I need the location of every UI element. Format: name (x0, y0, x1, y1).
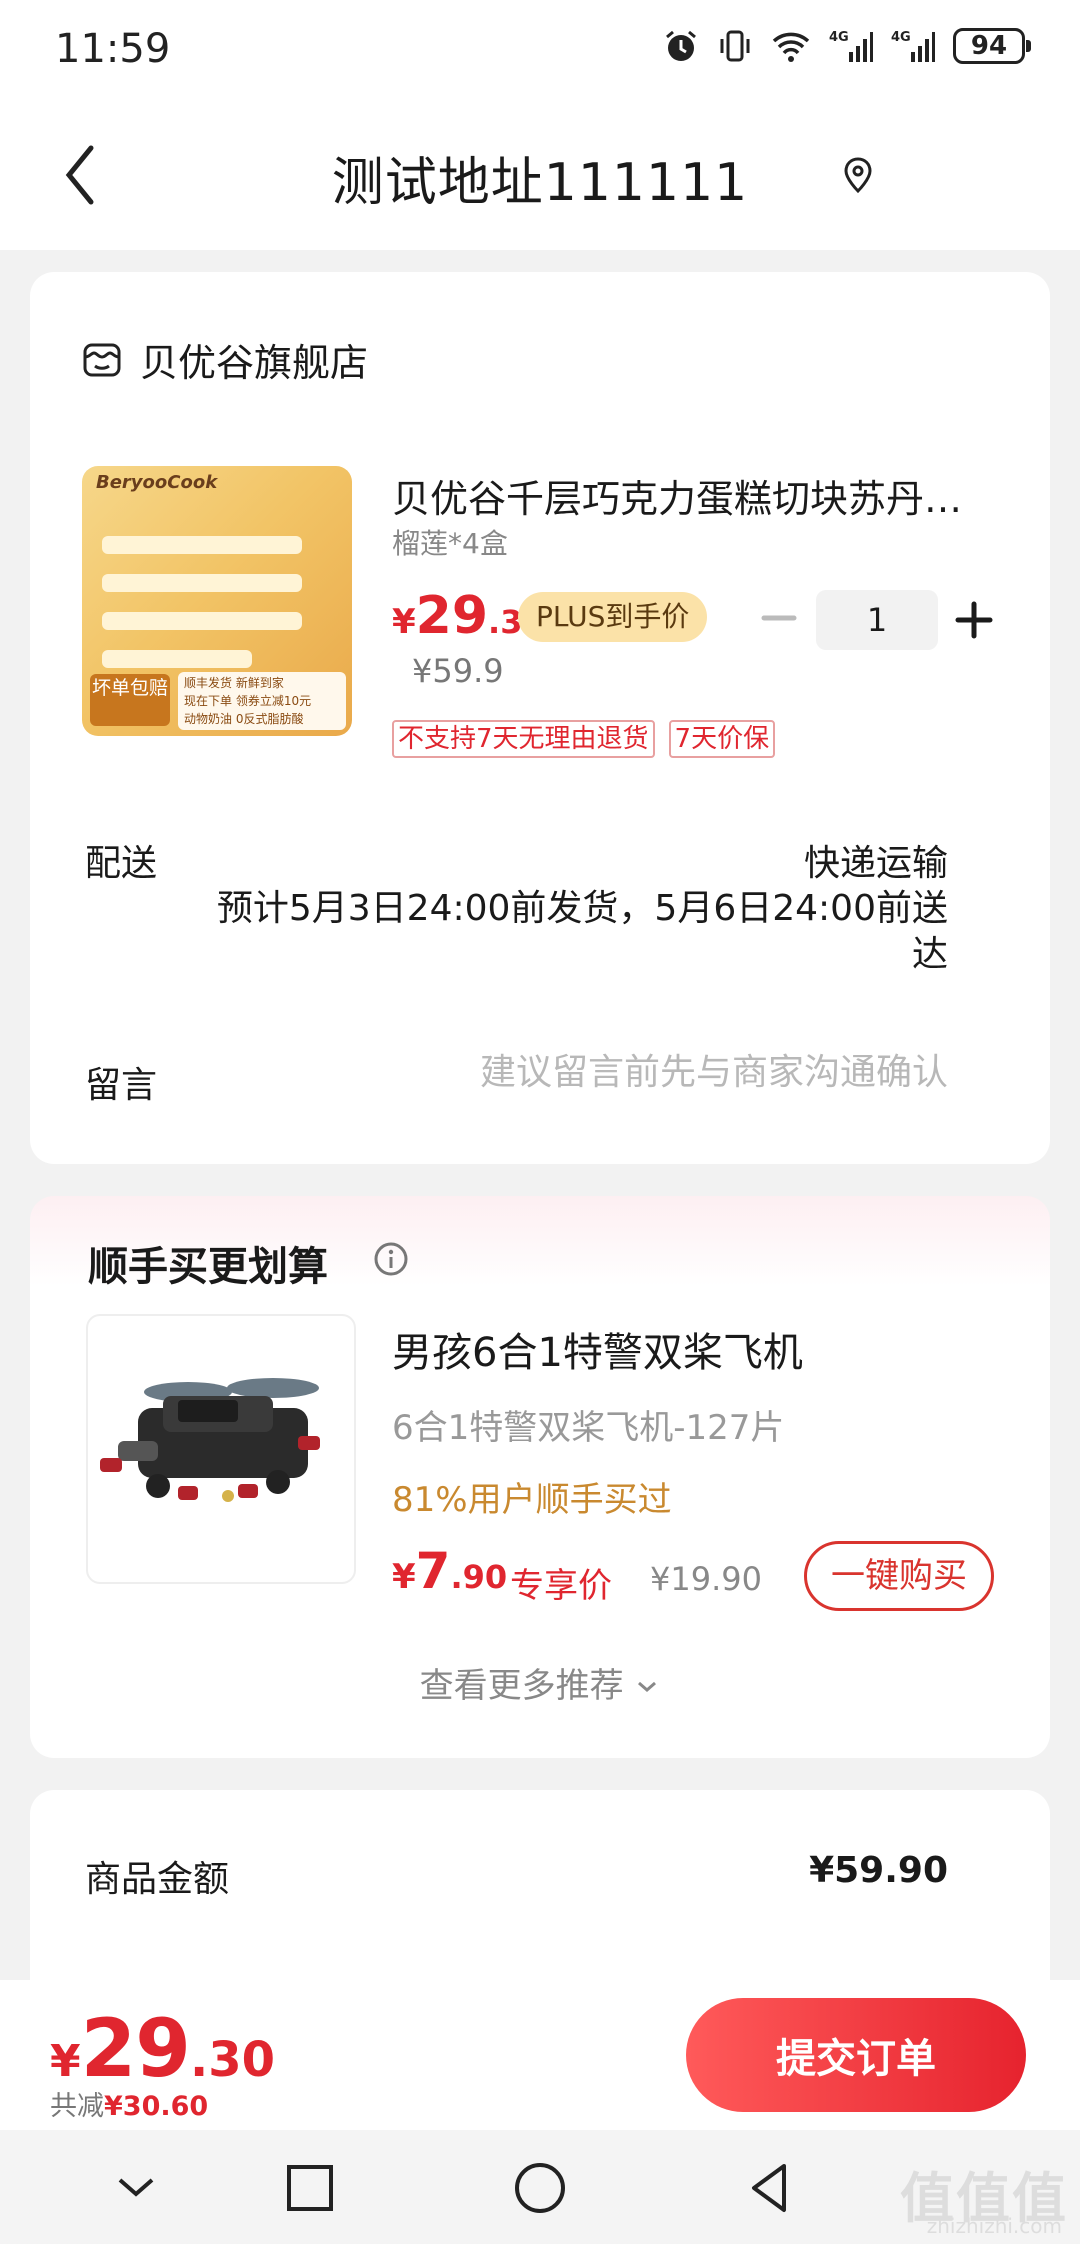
recommend-title: 顺手买更划算 (88, 1244, 328, 1290)
square-icon (287, 2165, 333, 2211)
exclusive-price-label: 专享价 (510, 1566, 612, 1606)
signal-icon-1: 4G (829, 30, 873, 62)
delivery-method[interactable]: 快递运输 (804, 834, 948, 886)
system-nav-bar: 值值值 zhizhizhi.com (0, 2130, 1080, 2244)
status-bar: 11:59 4G 4G 94 (0, 0, 1080, 100)
image-promo-line: 现在下单 领券立减10元 (184, 694, 312, 708)
delivery-label: 配送 (85, 843, 158, 884)
service-tag: 不支持7天无理由退货 (392, 720, 655, 758)
recommend-price: ¥7.90 (392, 1542, 507, 1600)
message-input[interactable] (388, 1052, 948, 1093)
more-recommendations-label: 查看更多推荐 (419, 1666, 624, 1706)
product-image[interactable]: BeryooCook 坏单包赔 顺丰发货 新鲜到家 现在下单 领券立减10元 动… (82, 466, 352, 736)
watermark-url: zhizhizhi.com (926, 2214, 1062, 2238)
cake-layer (102, 612, 302, 630)
price-currency: ¥ (392, 1557, 416, 1597)
shop-name: 贝优谷旗舰店 (140, 341, 369, 385)
discount-prefix: 共减 (50, 2091, 104, 2122)
store-icon (83, 343, 121, 376)
shop-header[interactable]: 贝优谷旗舰店 (82, 332, 368, 387)
delivery-estimate: 预计5月3日24:00前发货，5月6日24:00前送达 (216, 888, 948, 975)
nav-recents-button[interactable] (280, 2158, 340, 2218)
quantity-input[interactable]: 1 (816, 590, 938, 650)
total-integer: 29 (80, 2002, 191, 2095)
one-click-buy-button[interactable]: 一键购买 (804, 1541, 994, 1611)
location-pin-icon (844, 157, 872, 194)
signal-icon-2: 4G (891, 30, 935, 62)
location-button[interactable] (838, 155, 878, 195)
battery-icon: 94 (953, 28, 1031, 64)
price-integer: 29 (415, 586, 489, 646)
total-decimal: .30 (189, 2032, 275, 2088)
recommend-original-price: ¥19.90 (650, 1560, 762, 1598)
status-time: 11:59 (55, 26, 171, 72)
discount-value: ¥30.60 (104, 2091, 209, 2122)
image-promo: 顺丰发货 新鲜到家 现在下单 领券立减10元 动物奶油 0反式脂肪酸 (178, 672, 346, 730)
minus-icon (761, 615, 797, 621)
image-guarantee-tag: 坏单包赔 (90, 674, 170, 726)
service-tags: 不支持7天无理由退货 7天价保 (392, 720, 776, 758)
total-discount: 共减¥30.60 (50, 2084, 208, 2123)
price-decimal: .3 (488, 603, 523, 641)
circle-icon (515, 2163, 565, 2213)
product-price: ¥29.3 (392, 586, 522, 646)
total-price: ¥29.30 (50, 2002, 275, 2095)
quantity-increase-button[interactable] (952, 598, 996, 642)
plus-price-badge: PLUS到手价 (518, 592, 708, 642)
goods-amount-label: 商品金额 (85, 1859, 230, 1900)
shop-card: 贝优谷旗舰店 BeryooCook 坏单包赔 顺丰发货 新鲜到家 现在下单 领券… (30, 272, 1050, 1164)
quantity-decrease-button[interactable] (756, 600, 802, 636)
recommend-card: 顺手买更划算 男孩6合1特警双桨飞机 6合1特警双桨飞机-127片 81%用户顺… (30, 1196, 1050, 1758)
image-promo-line: 动物奶油 0反式脂肪酸 (184, 712, 304, 726)
cake-layer (102, 536, 302, 554)
chevron-down-icon (118, 2178, 154, 2197)
recommend-product-spec: 6合1特警双桨飞机-127片 (392, 1408, 785, 1448)
image-brand-text: BeryooCook (96, 472, 218, 493)
checkout-bar: ¥29.30 共减¥30.60 提交订单 (0, 1980, 1080, 2130)
triangle-back-icon (752, 2164, 786, 2212)
vibrate-icon (720, 30, 750, 62)
nav-back-button[interactable] (740, 2158, 800, 2218)
product-spec: 榴莲*4盒 (392, 527, 508, 560)
product-title[interactable]: 贝优谷千层巧克力蛋糕切块苏丹王榴莲 (392, 468, 992, 523)
title-bar: 测试地址111111 (0, 100, 1080, 250)
toy-plane-image (100, 1378, 320, 1502)
page-title: 测试地址111111 (331, 153, 749, 213)
recommend-product-image[interactable] (86, 1314, 356, 1584)
nav-hide-button[interactable] (106, 2158, 166, 2218)
svg-text:4G: 4G (891, 30, 911, 45)
more-recommendations-link[interactable]: 查看更多推荐 (30, 1658, 1050, 1707)
alarm-icon (666, 30, 696, 61)
service-tag: 7天价保 (668, 720, 776, 758)
recommend-social-proof: 81%用户顺手买过 (392, 1480, 672, 1520)
info-icon (374, 1242, 408, 1276)
goods-amount-value: ¥59.90 (809, 1850, 948, 1891)
price-currency: ¥ (392, 602, 416, 642)
image-promo-line: 顺丰发货 新鲜到家 (184, 676, 284, 690)
svg-text:4G: 4G (829, 30, 849, 45)
original-price: ¥59.9 (412, 652, 504, 690)
recommend-product-title[interactable]: 男孩6合1特警双桨飞机 (392, 1320, 803, 1378)
wifi-icon (772, 32, 810, 62)
total-currency: ¥ (50, 2036, 81, 2087)
plus-icon (955, 601, 993, 639)
price-integer: 7 (415, 1542, 451, 1600)
message-label: 留言 (85, 1065, 158, 1106)
info-button[interactable] (372, 1240, 410, 1278)
chevron-down-icon (638, 1681, 657, 1692)
status-icons: 4G 4G 94 (663, 28, 1031, 64)
price-decimal: .90 (450, 1558, 508, 1596)
cake-layer (102, 574, 302, 592)
cake-layer (102, 650, 252, 668)
submit-order-button[interactable]: 提交订单 (686, 1998, 1026, 2112)
nav-home-button[interactable] (510, 2158, 570, 2218)
